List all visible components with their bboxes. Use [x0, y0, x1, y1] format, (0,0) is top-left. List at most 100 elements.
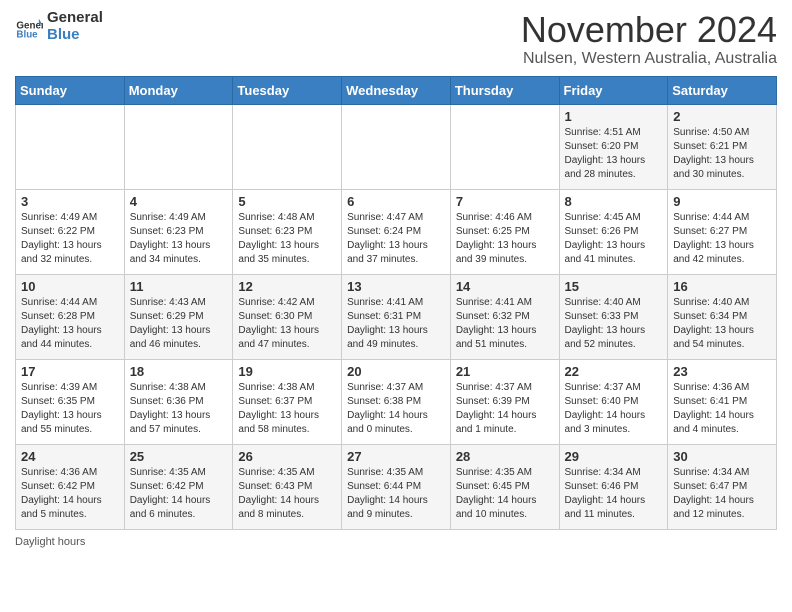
page-title: November 2024 [521, 10, 777, 50]
day-info: Sunrise: 4:44 AMSunset: 6:27 PMDaylight:… [673, 211, 771, 267]
day-info: Sunrise: 4:40 AMSunset: 6:33 PMDaylight:… [565, 296, 663, 352]
day-number: 21 [456, 364, 554, 379]
day-header-tuesday: Tuesday [233, 76, 342, 104]
day-number: 8 [565, 194, 663, 209]
calendar-cell: 25 Sunrise: 4:35 AMSunset: 6:42 PMDayligh… [124, 444, 233, 529]
day-header-saturday: Saturday [668, 76, 777, 104]
day-number: 24 [21, 449, 119, 464]
day-header-monday: Monday [124, 76, 233, 104]
day-number: 2 [673, 109, 771, 124]
calendar-cell: 18 Sunrise: 4:38 AMSunset: 6:36 PMDayligh… [124, 359, 233, 444]
day-number: 6 [347, 194, 445, 209]
calendar-table: SundayMondayTuesdayWednesdayThursdayFrid… [15, 76, 777, 530]
day-info: Sunrise: 4:38 AMSunset: 6:37 PMDaylight:… [238, 381, 336, 437]
title-block: November 2024 Nulsen, Western Australia,… [521, 10, 777, 68]
calendar-cell: 11Sunrise: 4:43 AMSunset: 6:29 PMDayligh… [124, 274, 233, 359]
day-header-sunday: Sunday [16, 76, 125, 104]
day-number: 27 [347, 449, 445, 464]
calendar-cell: 8 Sunrise: 4:45 AMSunset: 6:26 PMDaylight… [559, 189, 668, 274]
day-number: 20 [347, 364, 445, 379]
day-number: 30 [673, 449, 771, 464]
calendar-cell: 22 Sunrise: 4:37 AMSunset: 6:40 PMDayligh… [559, 359, 668, 444]
day-info: Sunrise: 4:45 AMSunset: 6:26 PMDaylight:… [565, 211, 663, 267]
day-number: 28 [456, 449, 554, 464]
day-info: Sunrise: 4:34 AMSunset: 6:46 PMDaylight:… [565, 466, 663, 522]
calendar-cell: 9 Sunrise: 4:44 AMSunset: 6:27 PMDaylight… [668, 189, 777, 274]
day-number: 5 [238, 194, 336, 209]
calendar-cell: 27 Sunrise: 4:35 AMSunset: 6:44 PMDayligh… [342, 444, 451, 529]
day-number: 1 [565, 109, 663, 124]
calendar-cell [233, 104, 342, 189]
day-info: Sunrise: 4:46 AMSunset: 6:25 PMDaylight:… [456, 211, 554, 267]
day-number: 23 [673, 364, 771, 379]
calendar-cell [450, 104, 559, 189]
day-info: Sunrise: 4:49 AMSunset: 6:23 PMDaylight:… [130, 211, 228, 267]
calendar-cell: 23 Sunrise: 4:36 AMSunset: 6:41 PMDayligh… [668, 359, 777, 444]
logo-blue: Blue [47, 27, 103, 44]
footer-note: Daylight hours [15, 536, 777, 548]
day-header-thursday: Thursday [450, 76, 559, 104]
day-number: 22 [565, 364, 663, 379]
day-number: 19 [238, 364, 336, 379]
logo-icon: General Blue [15, 13, 43, 41]
day-info: Sunrise: 4:36 AMSunset: 6:42 PMDaylight:… [21, 466, 119, 522]
calendar-cell: 29 Sunrise: 4:34 AMSunset: 6:46 PMDayligh… [559, 444, 668, 529]
day-info: Sunrise: 4:41 AMSunset: 6:32 PMDaylight:… [456, 296, 554, 352]
calendar-cell: 2 Sunrise: 4:50 AMSunset: 6:21 PMDaylight… [668, 104, 777, 189]
day-number: 12 [238, 279, 336, 294]
day-info: Sunrise: 4:43 AMSunset: 6:29 PMDaylight:… [130, 296, 228, 352]
day-header-friday: Friday [559, 76, 668, 104]
day-info: Sunrise: 4:35 AMSunset: 6:42 PMDaylight:… [130, 466, 228, 522]
calendar-cell: 16Sunrise: 4:40 AMSunset: 6:34 PMDayligh… [668, 274, 777, 359]
page-header: General Blue General Blue November 2024 … [15, 10, 777, 68]
day-header-wednesday: Wednesday [342, 76, 451, 104]
calendar-cell [16, 104, 125, 189]
day-number: 9 [673, 194, 771, 209]
calendar-cell [342, 104, 451, 189]
day-info: Sunrise: 4:37 AMSunset: 6:39 PMDaylight:… [456, 381, 554, 437]
calendar-cell: 19 Sunrise: 4:38 AMSunset: 6:37 PMDayligh… [233, 359, 342, 444]
day-number: 3 [21, 194, 119, 209]
calendar-cell: 20 Sunrise: 4:37 AMSunset: 6:38 PMDayligh… [342, 359, 451, 444]
day-number: 18 [130, 364, 228, 379]
logo: General Blue General Blue [15, 10, 103, 43]
day-info: Sunrise: 4:38 AMSunset: 6:36 PMDaylight:… [130, 381, 228, 437]
day-info: Sunrise: 4:48 AMSunset: 6:23 PMDaylight:… [238, 211, 336, 267]
calendar-cell: 5 Sunrise: 4:48 AMSunset: 6:23 PMDaylight… [233, 189, 342, 274]
day-number: 15 [565, 279, 663, 294]
calendar-cell: 24 Sunrise: 4:36 AMSunset: 6:42 PMDayligh… [16, 444, 125, 529]
calendar-cell: 1 Sunrise: 4:51 AMSunset: 6:20 PMDaylight… [559, 104, 668, 189]
day-number: 17 [21, 364, 119, 379]
page-subtitle: Nulsen, Western Australia, Australia [521, 50, 777, 68]
calendar-cell: 30Sunrise: 4:34 AMSunset: 6:47 PMDayligh… [668, 444, 777, 529]
day-info: Sunrise: 4:39 AMSunset: 6:35 PMDaylight:… [21, 381, 119, 437]
day-info: Sunrise: 4:35 AMSunset: 6:43 PMDaylight:… [238, 466, 336, 522]
day-number: 26 [238, 449, 336, 464]
day-info: Sunrise: 4:36 AMSunset: 6:41 PMDaylight:… [673, 381, 771, 437]
day-number: 10 [21, 279, 119, 294]
svg-text:Blue: Blue [16, 29, 38, 40]
day-info: Sunrise: 4:42 AMSunset: 6:30 PMDaylight:… [238, 296, 336, 352]
day-info: Sunrise: 4:41 AMSunset: 6:31 PMDaylight:… [347, 296, 445, 352]
day-info: Sunrise: 4:35 AMSunset: 6:44 PMDaylight:… [347, 466, 445, 522]
calendar-cell: 4Sunrise: 4:49 AMSunset: 6:23 PMDaylight… [124, 189, 233, 274]
day-info: Sunrise: 4:40 AMSunset: 6:34 PMDaylight:… [673, 296, 771, 352]
calendar-cell: 17 Sunrise: 4:39 AMSunset: 6:35 PMDayligh… [16, 359, 125, 444]
calendar-cell: 6 Sunrise: 4:47 AMSunset: 6:24 PMDaylight… [342, 189, 451, 274]
day-info: Sunrise: 4:50 AMSunset: 6:21 PMDaylight:… [673, 126, 771, 182]
calendar-cell: 21 Sunrise: 4:37 AMSunset: 6:39 PMDayligh… [450, 359, 559, 444]
day-info: Sunrise: 4:49 AMSunset: 6:22 PMDaylight:… [21, 211, 119, 267]
day-info: Sunrise: 4:51 AMSunset: 6:20 PMDaylight:… [565, 126, 663, 182]
day-info: Sunrise: 4:37 AMSunset: 6:40 PMDaylight:… [565, 381, 663, 437]
calendar-cell: 26 Sunrise: 4:35 AMSunset: 6:43 PMDayligh… [233, 444, 342, 529]
calendar-cell: 3 Sunrise: 4:49 AMSunset: 6:22 PMDaylight… [16, 189, 125, 274]
day-number: 25 [130, 449, 228, 464]
day-number: 14 [456, 279, 554, 294]
day-number: 29 [565, 449, 663, 464]
day-info: Sunrise: 4:47 AMSunset: 6:24 PMDaylight:… [347, 211, 445, 267]
calendar-cell: 7Sunrise: 4:46 AMSunset: 6:25 PMDaylight… [450, 189, 559, 274]
day-info: Sunrise: 4:37 AMSunset: 6:38 PMDaylight:… [347, 381, 445, 437]
calendar-cell: 13Sunrise: 4:41 AMSunset: 6:31 PMDayligh… [342, 274, 451, 359]
logo-general: General [47, 10, 103, 27]
day-info: Sunrise: 4:35 AMSunset: 6:45 PMDaylight:… [456, 466, 554, 522]
